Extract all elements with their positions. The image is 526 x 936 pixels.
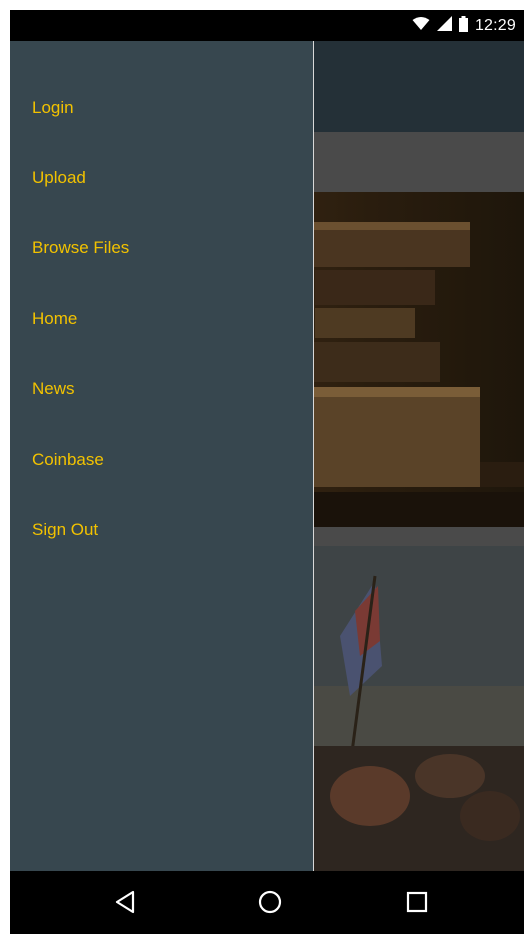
home-icon: [258, 890, 282, 914]
drawer-item-home[interactable]: Home: [32, 309, 77, 329]
phone-screen: 12:29 m re: [10, 10, 524, 934]
drawer-item-news[interactable]: News: [32, 379, 75, 399]
back-button[interactable]: [110, 887, 140, 917]
battery-icon: [458, 15, 468, 37]
drawer-item-browse-files[interactable]: Browse Files: [32, 238, 129, 258]
drawer-item-coinbase[interactable]: Coinbase: [32, 450, 104, 470]
drawer-item-login[interactable]: Login: [32, 98, 74, 118]
signal-icon: [436, 16, 452, 36]
recents-button[interactable]: [402, 887, 432, 917]
status-icons: 12:29: [412, 15, 516, 37]
drawer-item-sign-out[interactable]: Sign Out: [32, 520, 98, 540]
status-bar: 12:29: [10, 10, 524, 41]
wifi-icon: [412, 16, 430, 36]
system-navigation-bar: [10, 871, 524, 934]
navigation-drawer: Login Upload Browse Files Home News Coin…: [10, 41, 314, 871]
drawer-item-upload[interactable]: Upload: [32, 168, 86, 188]
home-button[interactable]: [255, 887, 285, 917]
recents-icon: [406, 891, 428, 913]
back-icon: [115, 890, 135, 914]
status-time: 12:29: [474, 17, 516, 34]
